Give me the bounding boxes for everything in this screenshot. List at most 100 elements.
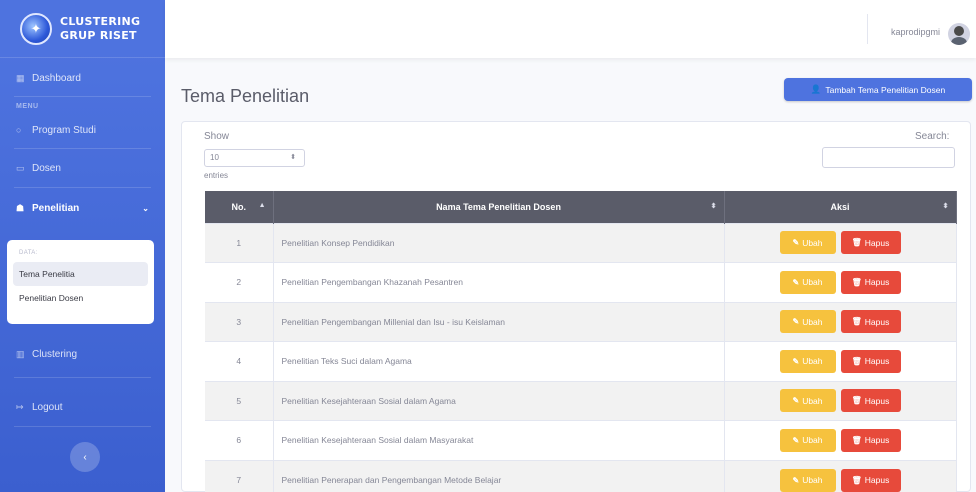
topbar: kaprodipgmi — [165, 0, 976, 58]
column-header-label: Nama Tema Penelitian Dosen — [436, 201, 561, 212]
users-icon: ☗ — [16, 203, 25, 213]
submenu-item-penelitian-dosen[interactable]: Penelitian Dosen — [13, 286, 148, 310]
add-tema-button-label: Tambah Tema Penelitian Dosen — [825, 84, 946, 95]
trash-icon: 🗑 — [851, 277, 862, 287]
delete-button-label: Hapus — [864, 356, 890, 367]
submenu-item-tema-penelitian[interactable]: Tema Penelitia — [13, 262, 148, 286]
entries-length-select[interactable]: 10 ⬍ — [204, 149, 305, 167]
edit-button[interactable]: ✎ Ubah — [779, 389, 836, 413]
delete-button[interactable]: 🗑 Hapus — [840, 310, 901, 334]
edit-button-label: Ubah — [802, 316, 823, 327]
delete-button[interactable]: 🗑 Hapus — [840, 270, 901, 294]
trash-icon: 🗑 — [851, 356, 862, 366]
edit-button[interactable]: ✎ Ubah — [779, 270, 836, 294]
entries-label: entries — [204, 171, 229, 180]
row-actions: ✎ Ubah 🗑 Hapus — [724, 420, 957, 460]
edit-button[interactable]: ✎ Ubah — [779, 468, 836, 492]
sort-icon: ▲ — [258, 202, 266, 209]
row-theme-name: Penelitian Konsep Pendidikan — [273, 222, 725, 263]
show-label: Show — [204, 131, 230, 142]
edit-button-label: Ubah — [802, 277, 823, 288]
row-theme-name: Penelitian Penerapan dan Pengembangan Me… — [273, 459, 725, 492]
sidebar-item-dosen[interactable]: ▭ Dosen — [0, 149, 165, 187]
table-row: 4 Penelitian Teks Suci dalam Agama ✎ Ubah 🗑 H… — [205, 341, 957, 381]
edit-button-label: Ubah — [802, 395, 823, 406]
table-body: 1 Penelitian Konsep Pendidikan ✎ Ubah 🗑 Hapus… — [205, 222, 957, 492]
row-number: 2 — [205, 262, 274, 302]
edit-icon: ✎ — [792, 396, 800, 406]
edit-icon: ✎ — [792, 475, 800, 485]
sidebar-item-label: Program Studi — [32, 124, 96, 136]
edit-button[interactable]: ✎ Ubah — [779, 349, 836, 373]
table-row: 7 Penelitian Penerapan dan Pengembangan M… — [205, 459, 957, 492]
delete-button[interactable]: 🗑 Hapus — [840, 468, 901, 492]
sidebar-item-logout[interactable]: ↦ Logout — [0, 389, 165, 425]
delete-button-label: Hapus — [864, 277, 890, 288]
column-header-nama[interactable]: Nama Tema Penelitian Dosen ⬍ — [273, 191, 725, 223]
trash-icon: 🗑 — [851, 396, 862, 406]
trash-icon: 🗑 — [851, 238, 862, 248]
row-theme-name: Penelitian Pengembangan Khazanah Pesantr… — [273, 262, 725, 302]
submenu-heading: DATA: — [19, 250, 38, 256]
sidebar-item-label: Dashboard — [32, 72, 81, 84]
select-arrows-icon: ⬍ — [290, 154, 296, 161]
trash-icon: 🗑 — [851, 475, 862, 485]
delete-button[interactable]: 🗑 Hapus — [840, 428, 901, 452]
delete-button-label: Hapus — [864, 475, 890, 485]
search-input[interactable] — [822, 147, 955, 168]
column-header-no[interactable]: No. ▲ — [205, 191, 274, 223]
edit-button-label: Ubah — [802, 356, 823, 367]
delete-button-label: Hapus — [864, 237, 890, 248]
penelitian-submenu: DATA: Tema Penelitia Penelitian Dosen — [7, 240, 154, 324]
page-title: Tema Penelitian — [181, 86, 310, 106]
sidebar-item-label: Dosen — [32, 162, 61, 174]
delete-button-label: Hapus — [864, 435, 890, 446]
sort-icon: ⬍ — [942, 203, 949, 210]
sidebar-heading-menu: MENU — [16, 103, 39, 110]
sidebar-item-label: Penelitian — [32, 202, 80, 214]
edit-button[interactable]: ✎ Ubah — [779, 310, 836, 334]
sidebar-item-program-studi[interactable]: ○ Program Studi — [0, 112, 165, 148]
user-plus-icon: 👤 — [810, 84, 822, 94]
user-name[interactable]: kaprodipgmi — [891, 27, 940, 37]
sidebar-item-clustering[interactable]: ▥ Clustering — [0, 336, 165, 372]
column-header-label: Aksi — [830, 201, 850, 212]
row-number: 6 — [205, 420, 274, 460]
edit-button[interactable]: ✎ Ubah — [779, 231, 836, 255]
delete-button[interactable]: 🗑 Hapus — [840, 231, 901, 255]
brand[interactable]: ✦ CLUSTERING GRUP RISET — [0, 0, 165, 58]
sidebar-item-dashboard[interactable]: ▦ Dashboard — [0, 60, 165, 96]
row-actions: ✎ Ubah 🗑 Hapus — [724, 459, 957, 492]
row-actions: ✎ Ubah 🗑 Hapus — [724, 262, 957, 302]
table-row: 2 Penelitian Pengembangan Khazanah Pesant… — [205, 262, 957, 302]
sidebar-item-penelitian[interactable]: ☗ Penelitian ⌄ — [0, 188, 165, 228]
edit-button[interactable]: ✎ Ubah — [779, 428, 836, 452]
edit-icon: ✎ — [792, 277, 800, 287]
delete-button-label: Hapus — [864, 395, 890, 406]
row-theme-name: Penelitian Pengembangan Millenial dan Is… — [273, 301, 725, 342]
edit-icon: ✎ — [792, 356, 800, 366]
row-actions: ✎ Ubah 🗑 Hapus — [724, 222, 957, 263]
search-label: Search: — [915, 131, 950, 142]
row-number: 4 — [205, 341, 274, 381]
row-actions: ✎ Ubah 🗑 Hapus — [724, 341, 957, 381]
table-row: 6 Penelitian Kesejahteraan Sosial dalam M… — [205, 420, 957, 460]
brand-line2: GRUP RISET — [60, 28, 137, 42]
row-actions: ✎ Ubah 🗑 Hapus — [724, 380, 957, 421]
sidebar-item-label: Logout — [32, 401, 63, 413]
entries-length-value: 10 — [210, 153, 219, 162]
row-number: 5 — [205, 380, 274, 421]
edit-icon: ✎ — [792, 238, 800, 248]
sidebar-toggle-button[interactable]: ‹ — [70, 442, 100, 472]
delete-button[interactable]: 🗑 Hapus — [840, 349, 901, 373]
avatar[interactable] — [948, 23, 970, 45]
sidebar-item-label: Clustering — [32, 348, 78, 360]
row-actions: ✎ Ubah 🗑 Hapus — [724, 301, 957, 342]
circle-icon: ○ — [16, 125, 22, 135]
data-table: No. ▲ Nama Tema Penelitian Dosen ⬍ Aksi ⬍ 1… — [205, 191, 957, 492]
table-row: 5 Penelitian Kesejahteraan Sosial dalam A… — [205, 380, 957, 421]
delete-button[interactable]: 🗑 Hapus — [840, 389, 901, 413]
column-header-aksi[interactable]: Aksi ⬍ — [724, 191, 957, 223]
add-tema-button[interactable]: 👤 Tambah Tema Penelitian Dosen — [784, 78, 972, 101]
brand-text: CLUSTERING GRUP RISET — [60, 15, 140, 43]
